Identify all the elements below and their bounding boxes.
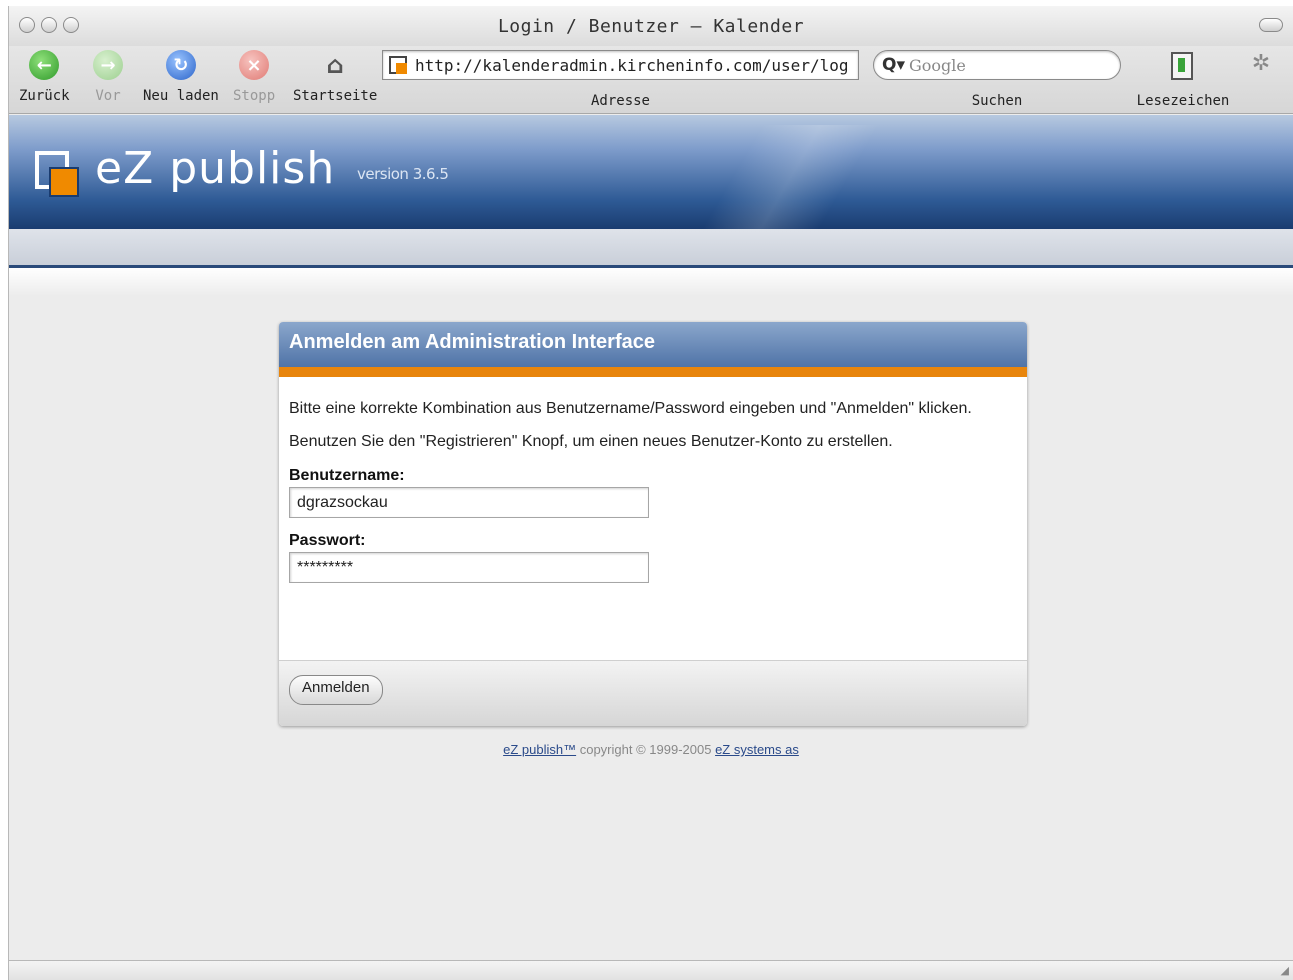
copyright-text: copyright © 1999-2005	[576, 742, 716, 757]
forward-arrow-icon: →	[93, 50, 123, 80]
home-button[interactable]: ⌂ Startseite	[293, 50, 377, 104]
forward-button[interactable]: → Vor	[93, 50, 123, 104]
address-label: Adresse	[590, 93, 650, 109]
login-accent-stripe	[279, 367, 1027, 377]
login-register-hint: Benutzen Sie den "Registrieren" Knopf, u…	[289, 433, 893, 450]
browser-window: Login / Benutzer – Kalender ← Zurück → V…	[8, 6, 1293, 980]
ez-publish-link[interactable]: eZ publish™	[503, 742, 576, 757]
login-intro-text: Bitte eine korrekte Kombination aus Benu…	[289, 400, 972, 417]
search-input[interactable]: Q▾ Google	[873, 50, 1121, 80]
status-bar: ◢	[9, 960, 1293, 980]
forward-label: Vor	[95, 88, 121, 104]
toolbar-toggle-button[interactable]	[1259, 18, 1283, 32]
username-label: Benutzername:	[289, 467, 405, 484]
bookmarks-label: Lesezeichen	[1136, 93, 1230, 109]
back-label: Zurück	[19, 88, 70, 104]
address-bar[interactable]: http://kalenderadmin.kircheninfo.com/use…	[382, 50, 859, 80]
site-favicon-icon	[389, 56, 407, 74]
activity-spinner-icon: ✲	[1251, 51, 1271, 76]
password-label: Passwort:	[289, 532, 366, 549]
window-title: Login / Benutzer – Kalender	[497, 16, 805, 37]
home-icon: ⌂	[326, 51, 344, 79]
username-field[interactable]	[289, 487, 649, 518]
login-panel-header: Anmelden am Administration Interface	[279, 322, 1027, 367]
stop-icon: ×	[239, 50, 270, 80]
login-title: Anmelden am Administration Interface	[289, 331, 655, 353]
browser-toolbar: ← Zurück → Vor ↻ Neu laden × Stopp ⌂ Sta…	[9, 46, 1293, 114]
bookmarks-icon[interactable]	[1171, 52, 1193, 80]
ez-header: eZ publish version 3.6.5	[9, 115, 1293, 229]
reload-label: Neu laden	[143, 88, 219, 104]
password-field[interactable]	[289, 552, 649, 583]
stop-button[interactable]: × Stopp	[233, 50, 275, 104]
back-button[interactable]: ← Zurück	[19, 50, 70, 104]
search-icon: Q▾	[882, 55, 905, 75]
ez-systems-link[interactable]: eZ systems as	[715, 742, 799, 757]
login-panel-footer: Anmelden	[279, 660, 1027, 726]
header-band	[9, 229, 1293, 265]
page-footer: eZ publish™ copyright © 1999-2005 eZ sys…	[9, 742, 1293, 757]
back-arrow-icon: ←	[29, 50, 60, 80]
reload-icon: ↻	[165, 50, 196, 80]
login-panel: Anmelden am Administration Interface Bit…	[279, 322, 1027, 726]
login-submit-button[interactable]: Anmelden	[289, 675, 383, 705]
title-bar: Login / Benutzer – Kalender	[9, 6, 1293, 46]
header-shadow	[9, 268, 1293, 296]
ez-brand: eZ publish	[95, 143, 336, 194]
login-panel-body: Bitte eine korrekte Kombination aus Benu…	[279, 377, 1027, 660]
reload-button[interactable]: ↻ Neu laden	[143, 50, 219, 104]
address-url: http://kalenderadmin.kircheninfo.com/use…	[415, 55, 849, 75]
search-label: Suchen	[971, 93, 1023, 109]
ez-version: version 3.6.5	[357, 165, 449, 183]
resize-grip-icon[interactable]: ◢	[1281, 964, 1289, 977]
page-content: eZ publish version 3.6.5 Anmelden am Adm…	[9, 115, 1293, 967]
stop-label: Stopp	[233, 88, 276, 104]
home-label: Startseite	[293, 88, 378, 104]
ez-logo-icon	[35, 151, 79, 197]
search-placeholder: Google	[909, 55, 966, 75]
